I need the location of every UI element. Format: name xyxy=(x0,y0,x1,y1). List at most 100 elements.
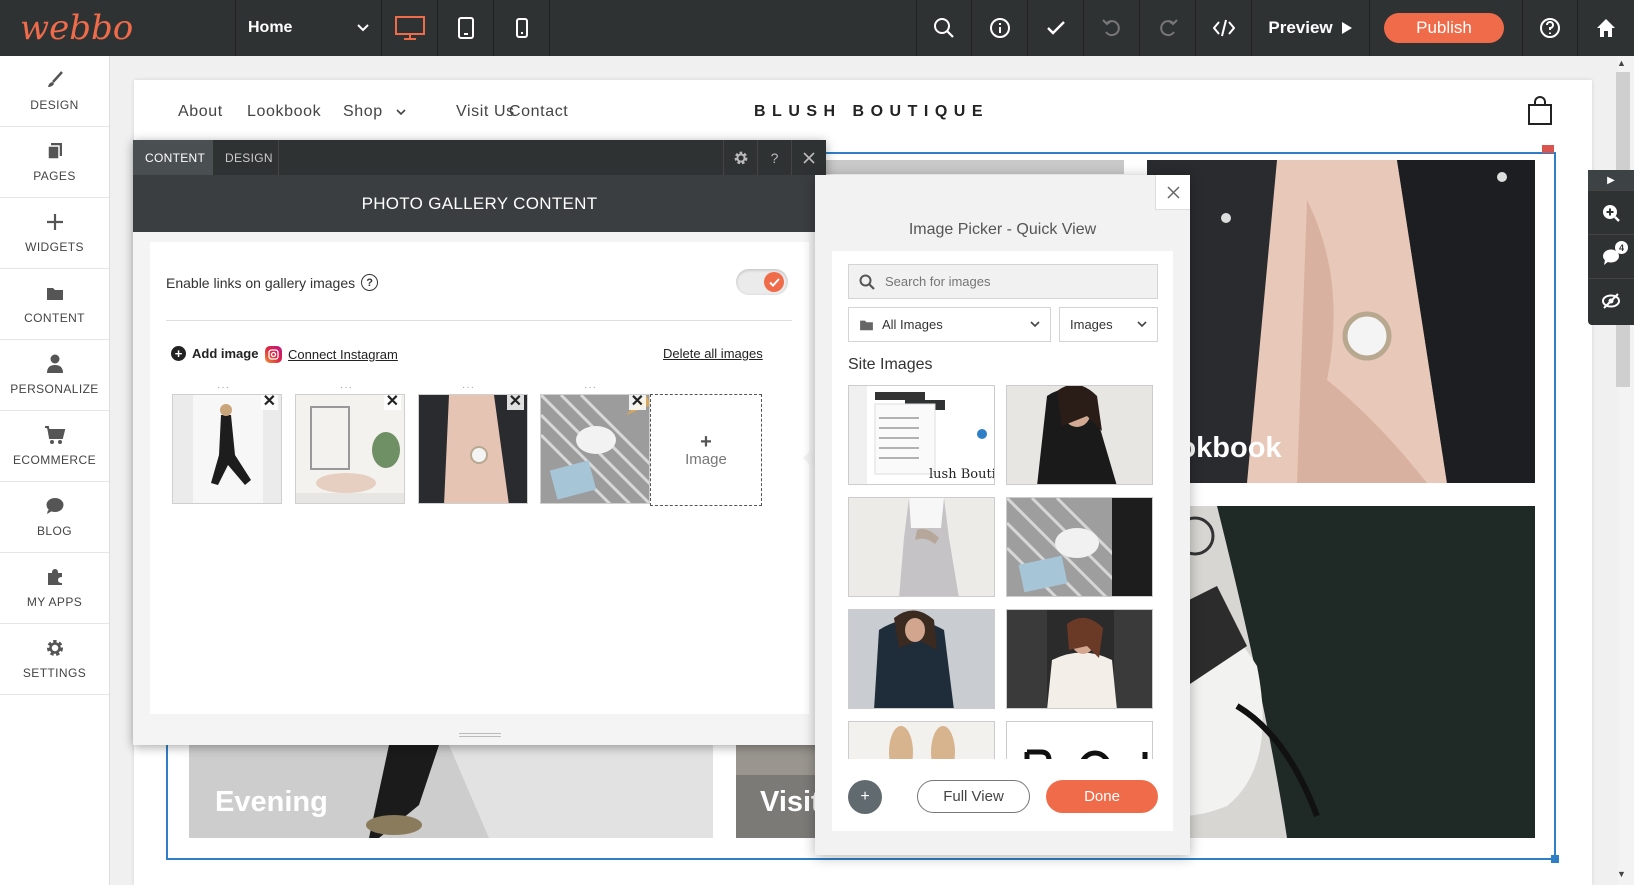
info-button[interactable] xyxy=(972,0,1028,56)
panel-body: Enable links on gallery images ? + Add i… xyxy=(150,242,809,714)
drag-handle-icon[interactable]: ··· xyxy=(217,382,230,393)
site-image-tile[interactable] xyxy=(848,497,995,597)
resize-handle[interactable] xyxy=(1551,855,1559,863)
add-image-label: Add image xyxy=(192,346,259,361)
site-images-heading: Site Images xyxy=(848,356,933,373)
sidebar-item-blog[interactable]: BLOG xyxy=(0,482,109,553)
nav-link-lookbook[interactable]: Lookbook xyxy=(247,103,321,121)
gallery-thumbnail[interactable]: ✕ xyxy=(540,394,650,504)
scroll-down-arrow-icon[interactable]: ▼ xyxy=(1617,869,1626,879)
nav-link-contact[interactable]: Contact xyxy=(509,103,568,121)
sidebar-item-label: BLOG xyxy=(37,524,72,538)
connect-instagram-link[interactable]: Connect Instagram xyxy=(265,346,398,363)
site-image-tile[interactable] xyxy=(1006,609,1153,709)
help-icon xyxy=(1540,18,1560,38)
preview-button[interactable]: Preview xyxy=(1252,0,1370,56)
shopping-bag-icon[interactable] xyxy=(1527,96,1553,126)
sidebar-item-personalize[interactable]: PERSONALIZE xyxy=(0,340,109,411)
undo-icon xyxy=(1101,19,1120,37)
mobile-view-button[interactable] xyxy=(494,0,550,56)
tab-content[interactable]: CONTENT xyxy=(133,140,213,175)
panel-help-button[interactable]: ? xyxy=(757,140,791,175)
thumbnail-image xyxy=(173,395,281,503)
sidebar-item-content[interactable]: CONTENT xyxy=(0,269,109,340)
sidebar-item-design[interactable]: DESIGN xyxy=(0,56,109,127)
panel-resize-grip[interactable] xyxy=(459,733,501,737)
sidebar-item-label: MY APPS xyxy=(26,595,83,609)
gallery-thumbnail[interactable]: ✕ xyxy=(418,394,528,504)
done-button[interactable]: Done xyxy=(1046,780,1158,813)
nav-link-about[interactable]: About xyxy=(178,103,223,121)
image-type-select[interactable]: Images xyxy=(1059,307,1158,342)
site-image-tile[interactable]: lush Bouti xyxy=(848,385,995,485)
play-icon xyxy=(1341,22,1352,34)
help-button[interactable] xyxy=(1522,0,1578,56)
puzzle-icon xyxy=(45,567,65,587)
site-image-tile[interactable] xyxy=(848,609,995,709)
home-button[interactable] xyxy=(1578,0,1634,56)
remove-image-icon[interactable]: ✕ xyxy=(383,395,401,410)
image-search-input[interactable] xyxy=(885,274,1135,289)
gallery-thumbnail[interactable]: ✕ xyxy=(172,394,282,504)
site-brand[interactable]: BLUSH BOUTIQUE xyxy=(754,103,989,121)
redo-button[interactable] xyxy=(1140,0,1196,56)
top-toolbar: webbo Home Preview Publish xyxy=(0,0,1634,56)
add-image-button[interactable]: + Add image xyxy=(171,346,258,361)
site-image-tile[interactable] xyxy=(1006,385,1153,485)
site-image-tile[interactable] xyxy=(1006,721,1153,759)
nav-link-shop[interactable]: Shop xyxy=(343,103,406,121)
section-marker-icon[interactable] xyxy=(1542,145,1554,153)
person-icon xyxy=(46,354,64,374)
collapse-toolbar-button[interactable]: ▶ xyxy=(1588,170,1634,190)
enable-links-toggle[interactable] xyxy=(736,269,788,295)
folder-select-value: All Images xyxy=(882,317,943,332)
folder-icon xyxy=(46,283,64,303)
desktop-view-button[interactable] xyxy=(382,0,438,56)
folder-select[interactable]: All Images xyxy=(848,307,1051,342)
plus-icon xyxy=(46,212,64,232)
remove-image-icon[interactable]: ✕ xyxy=(628,395,646,410)
gallery-thumbnail[interactable]: ✕ xyxy=(295,394,405,504)
sidebar-item-settings[interactable]: SETTINGS xyxy=(0,624,109,695)
remove-image-icon[interactable]: ✕ xyxy=(260,395,278,410)
site-image-tile[interactable] xyxy=(848,721,995,759)
sidebar-item-ecommerce[interactable]: ECOMMERCE xyxy=(0,411,109,482)
drag-handle-icon[interactable]: ··· xyxy=(462,382,475,393)
comments-button[interactable]: 4 xyxy=(1588,234,1634,278)
upload-image-button[interactable]: + xyxy=(848,780,882,814)
nav-link-visit-us[interactable]: Visit Us xyxy=(456,103,515,121)
webbo-logo[interactable]: webbo xyxy=(0,0,236,56)
remove-image-icon[interactable]: ✕ xyxy=(506,395,524,410)
chevron-down-icon xyxy=(357,24,369,32)
sidebar-item-widgets[interactable]: WIDGETS xyxy=(0,198,109,269)
site-image xyxy=(849,498,994,596)
publish-button[interactable]: Publish xyxy=(1384,13,1504,43)
site-image xyxy=(1007,722,1152,759)
plus-icon: + xyxy=(700,430,712,453)
tablet-view-button[interactable] xyxy=(438,0,494,56)
check-button[interactable] xyxy=(1028,0,1084,56)
panel-settings-button[interactable] xyxy=(723,140,757,175)
sidebar-item-my-apps[interactable]: MY APPS xyxy=(0,553,109,624)
thumbnail-image xyxy=(296,395,404,503)
picker-close-button[interactable] xyxy=(1155,175,1190,210)
undo-button[interactable] xyxy=(1084,0,1140,56)
sidebar-item-pages[interactable]: PAGES xyxy=(0,127,109,198)
help-icon[interactable]: ? xyxy=(361,274,379,291)
comments-count-badge: 4 xyxy=(1615,241,1628,254)
search-button[interactable] xyxy=(916,0,972,56)
add-image-tile[interactable]: + Image xyxy=(650,394,762,506)
delete-all-images-link[interactable]: Delete all images xyxy=(663,346,763,361)
tab-design[interactable]: DESIGN xyxy=(213,140,279,175)
drag-handle-icon[interactable]: ··· xyxy=(340,382,353,393)
drag-handle-icon[interactable]: ··· xyxy=(584,382,597,393)
zoom-in-button[interactable] xyxy=(1588,190,1634,234)
site-image-tile[interactable] xyxy=(1006,497,1153,597)
code-button[interactable] xyxy=(1196,0,1252,56)
full-view-button[interactable]: Full View xyxy=(917,780,1030,813)
panel-close-button[interactable] xyxy=(791,140,825,175)
scroll-up-arrow-icon[interactable]: ▲ xyxy=(1617,58,1626,68)
hide-overlays-button[interactable] xyxy=(1588,278,1634,322)
image-search-box[interactable] xyxy=(848,264,1158,299)
page-select-dropdown[interactable]: Home xyxy=(236,0,382,56)
